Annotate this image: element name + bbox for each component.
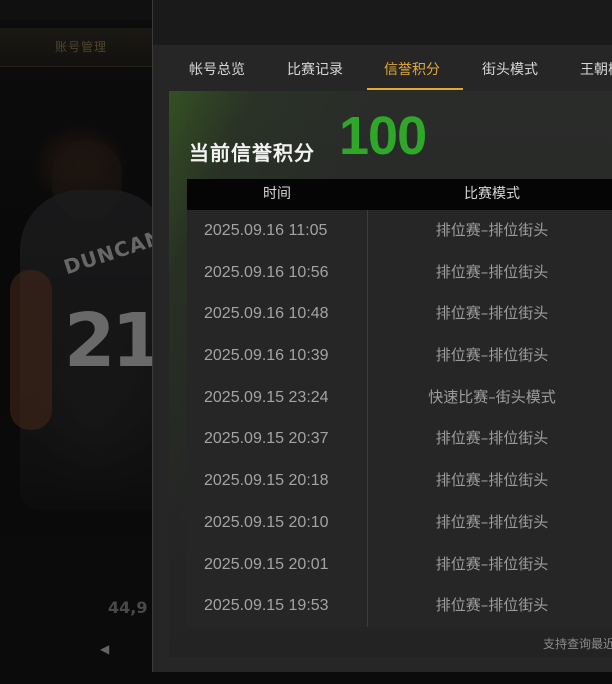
table-row: 2025.09.16 11:05 排位赛–排位街头 [187, 210, 612, 252]
table-row: 2025.09.15 19:53 排位赛–排位街头 [187, 585, 612, 627]
table-row: 2025.09.15 20:18 排位赛–排位街头 [187, 460, 612, 502]
row-time: 2025.09.16 10:39 [204, 347, 329, 365]
table-row: 2025.09.16 10:48 排位赛–排位街头 [187, 293, 612, 335]
row-mode: 排位赛–排位街头 [435, 262, 549, 281]
row-time: 2025.09.16 10:56 [204, 263, 329, 281]
row-mode: 排位赛–排位街头 [435, 512, 549, 531]
table-row: 2025.09.15 20:10 排位赛–排位街头 [187, 502, 612, 544]
row-time: 2025.09.15 20:01 [204, 555, 329, 573]
row-mode: 排位赛–排位街头 [435, 429, 549, 448]
credit-score-value: 100 [339, 106, 427, 166]
row-time: 2025.09.15 19:53 [204, 597, 329, 615]
table-header: 时间 比赛模式 [187, 179, 612, 210]
account-dialog: 帐号总览 比赛记录 信誉积分 街头模式 王朝模 当前信誉积分 100 时间 比赛… [152, 0, 612, 672]
tab-match-records[interactable]: 比赛记录 [287, 50, 343, 90]
table-row: 2025.09.15 23:24 快速比赛–街头模式 [187, 377, 612, 419]
query-range-note: 支持查询最近 [543, 637, 612, 651]
row-time: 2025.09.15 20:18 [204, 472, 329, 490]
credit-history-table: 时间 比赛模式 2025.09.16 11:05 排位赛–排位街头 2025.0… [187, 179, 612, 627]
row-time: 2025.09.15 20:10 [204, 513, 329, 531]
row-mode: 排位赛–排位街头 [435, 471, 549, 490]
row-time: 2025.09.16 11:05 [204, 222, 328, 239]
column-header-mode: 比赛模式 [464, 186, 520, 202]
table-row: 2025.09.15 20:01 排位赛–排位街头 [187, 544, 612, 586]
dialog-top-bar [153, 0, 612, 45]
credit-score-label: 当前信誉积分 [189, 141, 315, 165]
table-body: 2025.09.16 11:05 排位赛–排位街头 2025.09.16 10:… [187, 210, 612, 627]
tab-dynasty-mode[interactable]: 王朝模 [580, 50, 612, 90]
row-mode: 排位赛–排位街头 [435, 596, 549, 615]
credit-panel: 当前信誉积分 100 时间 比赛模式 2025.09.16 11:05 排位赛–… [169, 91, 612, 657]
row-time: 2025.09.16 10:48 [204, 305, 329, 323]
tab-bar: 帐号总览 比赛记录 信誉积分 街头模式 王朝模 [169, 50, 612, 90]
tab-street-mode[interactable]: 街头模式 [482, 50, 538, 90]
table-row: 2025.09.16 10:39 排位赛–排位街头 [187, 335, 612, 377]
table-row: 2025.09.16 10:56 排位赛–排位街头 [187, 252, 612, 294]
row-mode: 排位赛–排位街头 [435, 346, 549, 365]
tab-credit-score[interactable]: 信誉积分 [384, 50, 440, 90]
row-mode: 排位赛–排位街头 [435, 554, 549, 573]
tab-account-overview[interactable]: 帐号总览 [189, 50, 245, 90]
row-time: 2025.09.15 20:37 [204, 430, 329, 448]
row-time: 2025.09.15 23:24 [204, 388, 329, 406]
active-tab-underline [367, 88, 463, 90]
row-mode: 排位赛–排位街头 [435, 304, 549, 323]
row-mode: 快速比赛–街头模式 [428, 387, 556, 406]
column-header-time: 时间 [263, 186, 291, 202]
table-row: 2025.09.15 20:37 排位赛–排位街头 [187, 418, 612, 460]
row-mode: 排位赛–排位街头 [435, 221, 549, 239]
